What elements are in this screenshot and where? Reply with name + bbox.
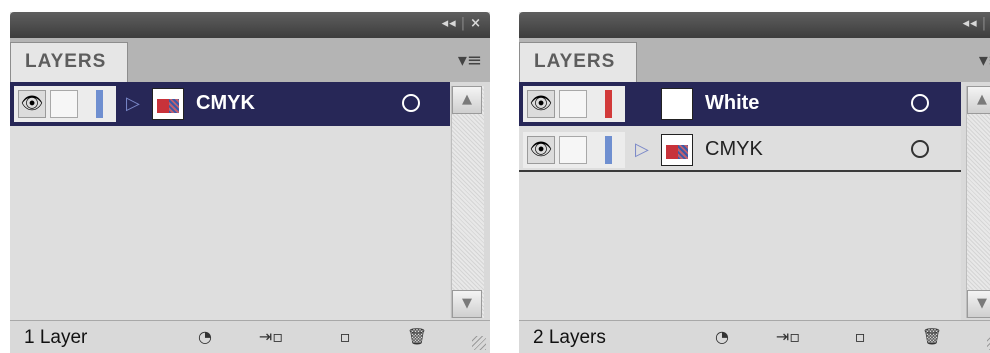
lock-toggle[interactable] bbox=[559, 90, 587, 118]
layer-thumbnail bbox=[661, 134, 693, 166]
collapse-panel-icon[interactable]: ◂◂ bbox=[442, 16, 457, 31]
tab-row: LAYERS ▾≡ bbox=[10, 38, 490, 82]
layers-panel: ◂◂|× LAYERS ▾≡ 👁 ▷ CMYK ▲ ▼ 1 Layer ◔ bbox=[10, 12, 490, 353]
layer-color-swatch bbox=[605, 90, 612, 118]
scrollbar[interactable]: ▲ ▼ bbox=[451, 86, 484, 318]
new-layer-icon[interactable]: ▫ bbox=[330, 324, 360, 350]
layers-list: 👁 ▷ CMYK bbox=[10, 82, 450, 320]
panel-menu-icon[interactable]: ▾≡ bbox=[458, 50, 482, 71]
layer-row[interactable]: 👁 ▷ CMYK bbox=[10, 82, 450, 126]
titlebar-controls: ◂◂|× bbox=[441, 16, 482, 31]
layer-thumbnail bbox=[152, 88, 184, 120]
tab-label: LAYERS bbox=[25, 51, 107, 72]
scroll-down-arrow-icon[interactable]: ▼ bbox=[452, 290, 482, 318]
panel-titlebar[interactable]: ◂◂|× bbox=[10, 12, 490, 38]
lock-toggle[interactable] bbox=[559, 136, 587, 164]
disclosure-triangle-icon[interactable]: ▷ bbox=[635, 139, 649, 160]
panel-menu-icon[interactable]: ▾≡ bbox=[979, 50, 990, 71]
layer-toggles: 👁 bbox=[523, 86, 625, 122]
layer-toggles: 👁 bbox=[523, 132, 625, 168]
layer-color-swatch bbox=[605, 136, 612, 164]
target-circle-icon[interactable] bbox=[402, 94, 420, 112]
row-divider bbox=[519, 170, 961, 172]
new-layer-icon[interactable]: ▫ bbox=[845, 324, 875, 350]
scroll-down-arrow-icon[interactable]: ▼ bbox=[967, 290, 990, 318]
layer-count: 2 Layers bbox=[533, 327, 606, 348]
scroll-up-arrow-icon[interactable]: ▲ bbox=[452, 86, 482, 114]
disclosure-triangle-icon[interactable]: ▷ bbox=[126, 93, 140, 114]
tab-row: LAYERS ▾≡ bbox=[519, 38, 990, 82]
tab-layers[interactable]: LAYERS bbox=[519, 42, 637, 82]
eye-icon[interactable]: 👁 bbox=[527, 136, 555, 164]
resize-grip[interactable] bbox=[472, 336, 486, 350]
trash-icon[interactable]: 🗑 bbox=[402, 324, 432, 350]
layers-panel: ◂◂|× LAYERS ▾≡ 👁 White 👁 ▷ bbox=[519, 12, 990, 353]
panel-footer: 1 Layer ◔ ⇥▫ ▫ 🗑 bbox=[10, 320, 490, 353]
layer-thumbnail bbox=[661, 88, 693, 120]
target-circle-icon[interactable] bbox=[911, 140, 929, 158]
layer-name[interactable]: White bbox=[705, 92, 759, 115]
target-circle-icon[interactable] bbox=[911, 94, 929, 112]
close-panel-icon[interactable]: × bbox=[470, 16, 482, 31]
tab-layers[interactable]: LAYERS bbox=[10, 42, 128, 82]
make-clip-mask-icon[interactable]: ◔ bbox=[190, 324, 220, 350]
layer-name[interactable]: CMYK bbox=[705, 138, 763, 161]
collapse-panel-icon[interactable]: ◂◂ bbox=[963, 16, 978, 31]
layer-toggles: 👁 bbox=[14, 86, 116, 122]
make-clip-mask-icon[interactable]: ◔ bbox=[707, 324, 737, 350]
eye-icon[interactable]: 👁 bbox=[18, 90, 46, 118]
layer-color-swatch bbox=[96, 90, 103, 118]
eye-icon[interactable]: 👁 bbox=[527, 90, 555, 118]
tab-label: LAYERS bbox=[534, 51, 616, 72]
layer-count: 1 Layer bbox=[24, 327, 88, 348]
trash-icon[interactable]: 🗑 bbox=[917, 324, 947, 350]
layer-row[interactable]: 👁 White bbox=[519, 82, 961, 126]
lock-toggle[interactable] bbox=[50, 90, 78, 118]
layer-name[interactable]: CMYK bbox=[196, 92, 255, 115]
scroll-up-arrow-icon[interactable]: ▲ bbox=[967, 86, 990, 114]
panel-titlebar[interactable]: ◂◂|× bbox=[519, 12, 990, 38]
panel-footer: 2 Layers ◔ ⇥▫ ▫ 🗑 bbox=[519, 320, 990, 353]
layer-row[interactable]: 👁 ▷ CMYK bbox=[519, 128, 961, 172]
new-sublayer-icon[interactable]: ⇥▫ bbox=[256, 324, 286, 350]
titlebar-controls: ◂◂|× bbox=[962, 16, 988, 31]
scrollbar[interactable]: ▲ ▼ bbox=[966, 86, 990, 318]
layers-list: 👁 White 👁 ▷ CMYK bbox=[519, 82, 961, 320]
new-sublayer-icon[interactable]: ⇥▫ bbox=[773, 324, 803, 350]
